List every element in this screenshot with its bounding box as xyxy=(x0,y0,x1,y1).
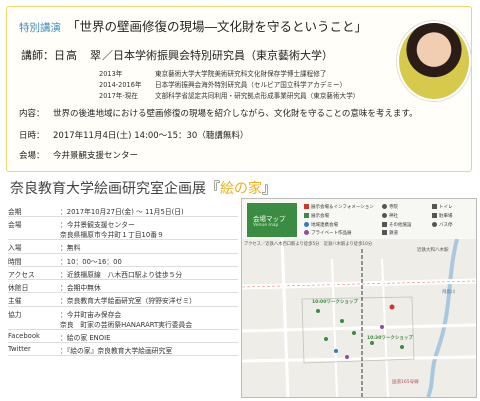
schedule-row: アクセス ：近鉄橿原線 八木西口駅より徒歩５分 xyxy=(8,267,238,281)
career-row: 2013年 東京藝術大学大学院美術研究科文化財保存学博士課程修了 xyxy=(99,70,327,78)
venue-map: 会場マップ Venue map 展示会場＆インフォメーション 寺院 トイレ 展示… xyxy=(241,198,477,398)
lecture-title-line: 特別講演 「世界の壁画修復の現場―文化財を守るということ」 xyxy=(19,16,367,35)
legend-item: 駐車場 xyxy=(432,213,453,219)
legend-item: トイレ xyxy=(432,204,453,210)
road-label: 国道165号線 xyxy=(392,380,419,385)
legend-item: 鉄道 xyxy=(382,230,398,236)
workshop-label: 10:30ワークショップ xyxy=(367,336,413,341)
schedule-row: 入場 ：無料 xyxy=(8,240,238,254)
lecture-title: 「世界の壁画修復の現場―文化財を守るということ」 xyxy=(66,19,367,34)
map-graphic xyxy=(242,239,476,397)
lecture-box: 特別講演 「世界の壁画修復の現場―文化財を守るということ」 講師：日高 翠／日本… xyxy=(6,6,472,172)
legend-item: 展示会場＆インフォメーション xyxy=(304,204,374,210)
station-label: 近鉄大和八木駅 xyxy=(417,248,449,253)
schedule-row: Facebook ：絵の家 ENOIE xyxy=(8,330,238,344)
legend-item: 展示会場 xyxy=(304,213,329,219)
legend-item: 神社 xyxy=(382,213,398,219)
map-legend-panel: 会場マップ Venue map 展示会場＆インフォメーション 寺院 トイレ 展示… xyxy=(242,199,476,240)
speaker-line: 講師：日高 翠／日本学術振興会特別研究員（東京藝術大学） xyxy=(21,47,333,63)
workshop-label: 10:00ワークショップ xyxy=(312,300,358,305)
speaker-label: 講師： xyxy=(21,49,54,62)
schedule-row: 時間 ：10：00～16：00 xyxy=(8,254,238,267)
legend-item: 地域連携会場 xyxy=(304,222,338,228)
schedule-row: 協力 ：今井町宙み保存会 奈良 町家の芸術祭HANARART実行委員会 xyxy=(8,307,238,330)
schedule-row: Twitter ：『絵の家』奈良教育大学絵画研究室 xyxy=(8,343,238,357)
schedule-table: 会期 ：2017年10月27日(金) ～ 11月5日(日) 会場 ：今井景観支援セン… xyxy=(8,204,238,357)
schedule-row: 主催 ：奈良教育大学絵画研究室（狩野安洋ゼミ） xyxy=(8,293,238,307)
career-row: 2017年-現在 文部科学省認定共同利用・研究拠点形成事業研究員（東京藝術大学） xyxy=(99,92,360,100)
legend-item: バス停 xyxy=(432,222,453,228)
speaker-title: ／日本学術振興会特別研究員（東京藝術大学） xyxy=(102,49,333,62)
schedule-row: 会期 ：2017年10月27日(金) ～ 11月5日(日) xyxy=(8,204,238,218)
exhibition-highlight: 絵の家 xyxy=(220,181,262,197)
lecture-content: 内容： 世界の後進地域における壁画修復の現場を紹介しながら、文化財を守ることの意味… xyxy=(19,109,418,119)
schedule-row: 会場 ：今井景観支援センター 奈良県橿原市今井町１丁目10番９ xyxy=(8,217,238,241)
map-access-note: アクセス／近鉄八木西口駅より徒歩5分 近鉄八木駅より徒歩10分 xyxy=(244,242,373,247)
legend-item: 寺院 xyxy=(382,204,398,210)
map-badge: 会場マップ Venue map xyxy=(247,203,297,237)
schedule-row: 休館日 ：会期中無休 xyxy=(8,280,238,294)
exhibition-title: 奈良教育大学絵画研究室企画展『絵の家』 xyxy=(10,181,276,197)
legend-item: その他施設 xyxy=(382,222,412,228)
speaker-photo xyxy=(397,21,471,101)
lecture-venue: 会場： 今井景観支援センター xyxy=(19,151,139,161)
lecture-tag: 特別講演 xyxy=(19,22,61,34)
career-row: 2014-2016年 日本学術振興会海外特別研究員（セルビア国立科学アカデミー） xyxy=(99,81,347,89)
lecture-date: 日時： 2017年11月4日(土) 14:00～15：30（聴講無料） xyxy=(19,131,249,141)
legend-item: プライベート作品展 xyxy=(304,230,352,236)
river-label: 飛鳥川 xyxy=(442,290,456,295)
speaker-name: 日高 翠 xyxy=(54,49,102,62)
